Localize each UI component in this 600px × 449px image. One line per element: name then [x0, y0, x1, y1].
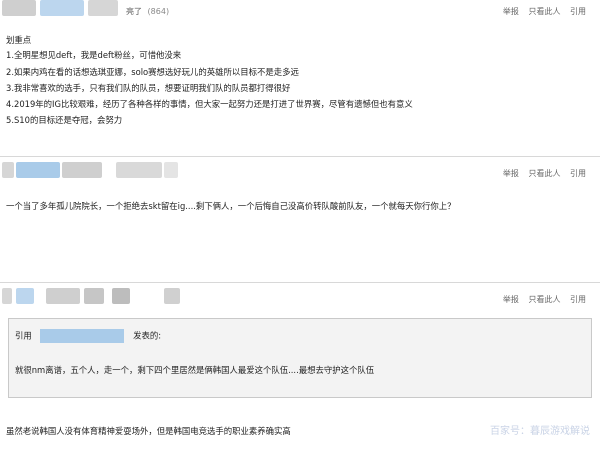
post-1: 亮了 (864) 举报 只看此人 引用 划重点 1.全明星想见deft，我是de…	[0, 0, 600, 125]
blurred-username	[84, 288, 104, 304]
quote-label: 引用	[15, 330, 32, 341]
quote-posted-label: 发表的:	[133, 330, 162, 341]
quote-header: 引用 发表的:	[15, 329, 161, 343]
post-meta: 亮了 (864)	[126, 6, 169, 17]
post-2-header: 举报 只看此人 引用	[0, 162, 600, 184]
like-count: (864)	[147, 7, 170, 16]
post-divider	[0, 156, 600, 157]
post-actions: 举报 只看此人 引用	[496, 6, 586, 17]
blurred-username	[2, 162, 14, 178]
blurred-username	[164, 162, 178, 178]
post-1-line: 划重点	[6, 35, 32, 45]
blurred-username	[16, 162, 60, 178]
blurred-username	[116, 162, 162, 178]
quote-link[interactable]: 引用	[570, 295, 586, 304]
only-this-user-link[interactable]: 只看此人	[528, 295, 560, 304]
report-link[interactable]: 举报	[503, 7, 519, 16]
post-actions: 举报 只看此人 引用	[496, 168, 586, 179]
post-divider	[0, 282, 600, 283]
post-1-line: 2.如果内鸡在看的话想选琪亚娜，solo赛想选好玩儿的英雄所以目标不是走多远	[6, 67, 299, 77]
post-3: 举报 只看此人 引用	[0, 288, 600, 310]
blurred-username	[112, 288, 130, 304]
watermark: 百家号：暮辰游戏解说	[490, 426, 590, 437]
post-2-text: 一个当了多年孤儿院院长，一个拒绝去skt留在ig....剩下俩人，一个后悔自己没…	[6, 201, 456, 211]
blurred-username	[2, 0, 36, 16]
only-this-user-link[interactable]: 只看此人	[528, 169, 560, 178]
report-link[interactable]: 举报	[503, 169, 519, 178]
post-3-header: 举报 只看此人 引用	[0, 288, 600, 310]
post-1-line: 5.S10的目标还是夺冠，会努力	[6, 115, 123, 125]
blurred-username	[46, 288, 80, 304]
post-1-line: 3.我非常喜欢的选手，只有我们队的队员，想要证明我们队的队员都打得很好	[6, 83, 291, 93]
only-this-user-link[interactable]: 只看此人	[528, 7, 560, 16]
quote-text: 就很nm离谱，五个人，走一个，剩下四个里居然是俩韩国人最爱这个队伍....最想去…	[15, 365, 375, 375]
title-fragment: 亮了	[126, 7, 142, 16]
blurred-quoted-user	[40, 329, 125, 343]
quote-link[interactable]: 引用	[570, 7, 586, 16]
post-actions: 举报 只看此人 引用	[496, 294, 586, 305]
blurred-username	[2, 288, 12, 304]
blurred-username	[164, 288, 180, 304]
blurred-username	[16, 288, 34, 304]
post-2: 举报 只看此人 引用 一个当了多年孤儿院院长，一个拒绝去skt留在ig....剩…	[0, 162, 600, 211]
blurred-username	[88, 0, 118, 16]
post-1-line: 1.全明星想见deft，我是deft粉丝，可惜他没来	[6, 50, 182, 60]
quote-link[interactable]: 引用	[570, 169, 586, 178]
blurred-username	[62, 162, 102, 178]
report-link[interactable]: 举报	[503, 295, 519, 304]
post-3-reply: 虽然老说韩国人没有体育精神爱耍场外，但是韩国电竞选手的职业素养确实高	[6, 426, 291, 436]
post-1-line: 4.2019年的IG比较艰难，经历了各种各样的事情，但大家一起努力还是打进了世界…	[6, 99, 413, 109]
blurred-username	[40, 0, 84, 16]
post-1-header: 亮了 (864) 举报 只看此人 引用	[0, 0, 600, 22]
quote-box: 引用 发表的: 就很nm离谱，五个人，走一个，剩下四个里居然是俩韩国人最爱这个队…	[8, 318, 592, 398]
